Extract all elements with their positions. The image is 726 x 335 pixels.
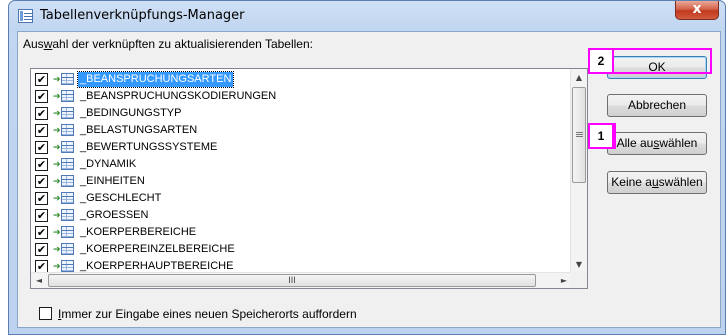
window-title: Tabellenverknüpfungs-Manager bbox=[40, 8, 245, 23]
table-row[interactable]: ✔ ➔ _KOERPERBEREICHE bbox=[31, 224, 572, 241]
table-name: _GESCHLECHT bbox=[80, 192, 162, 204]
table-row[interactable]: ✔ ➔ _DYNAMIK bbox=[31, 156, 572, 173]
scrollbar-corner bbox=[570, 271, 587, 288]
linked-tables-viewport: ✔ ➔ _BEANSPRUCHUNGSARTEN ✔ ➔ _BEANSPRUCHUNGSK… bbox=[31, 69, 572, 273]
step-callout-ok: 2 bbox=[588, 48, 712, 74]
table-checkbox[interactable]: ✔ bbox=[35, 141, 48, 154]
linked-table-icon: ➔ bbox=[53, 192, 74, 205]
step-number-badge: 2 bbox=[590, 50, 614, 72]
table-checkbox[interactable]: ✔ bbox=[35, 158, 48, 171]
table-checkbox[interactable]: ✔ bbox=[35, 73, 48, 86]
always-prompt-new-location-checkbox[interactable] bbox=[39, 307, 52, 320]
horizontal-scrollbar[interactable]: ◄ III ► bbox=[31, 272, 572, 288]
linked-table-icon: ➔ bbox=[53, 141, 74, 154]
select-all-button[interactable]: Alle auswählen bbox=[607, 132, 707, 155]
linked-table-icon: ➔ bbox=[53, 175, 74, 188]
step-callout-select-all: 1 bbox=[588, 123, 616, 149]
horizontal-scroll-thumb[interactable]: III bbox=[48, 274, 536, 287]
linked-table-icon: ➔ bbox=[53, 90, 74, 103]
close-button[interactable]: x bbox=[675, 1, 719, 20]
table-row[interactable]: ✔ ➔ _GESCHLECHT bbox=[31, 190, 572, 207]
vertical-scroll-thumb[interactable] bbox=[572, 87, 586, 183]
linked-table-manager-window: Tabellenverknüpfungs-Manager x Auswahl d… bbox=[8, 0, 726, 335]
table-name: _KOERPERBEREICHE bbox=[80, 226, 197, 238]
list-instruction-label: Auswahl der verknüpften zu aktualisieren… bbox=[23, 37, 313, 51]
linked-table-icon: ➔ bbox=[53, 107, 74, 120]
table-name: _BEANSPRUCHUNGSARTEN bbox=[76, 71, 235, 88]
cancel-button[interactable]: Abbrechen bbox=[607, 94, 707, 117]
scroll-up-arrow-icon[interactable]: ▲ bbox=[571, 69, 587, 86]
linked-table-icon: ➔ bbox=[53, 243, 74, 256]
title-bar[interactable]: Tabellenverknüpfungs-Manager x bbox=[9, 1, 725, 31]
table-checkbox[interactable]: ✔ bbox=[35, 90, 48, 103]
table-checkbox[interactable]: ✔ bbox=[35, 226, 48, 239]
table-row[interactable]: ✔ ➔ _BEDINGUNGSTYP bbox=[31, 105, 572, 122]
table-row[interactable]: ✔ ➔ _BEWERTUNGSSYSTEME bbox=[31, 139, 572, 156]
table-row[interactable]: ✔ ➔ _KOERPEREINZELBEREICHE bbox=[31, 241, 572, 258]
linked-table-icon: ➔ bbox=[53, 209, 74, 222]
dialog-body: Auswahl der verknüpften zu aktualisieren… bbox=[17, 31, 721, 328]
table-row[interactable]: ✔ ➔ _BEANSPRUCHUNGSKODIERUNGEN bbox=[31, 88, 572, 105]
table-name: _DYNAMIK bbox=[80, 158, 137, 170]
linked-table-icon: ➔ bbox=[53, 73, 74, 86]
select-none-button[interactable]: Keine auswählen bbox=[607, 171, 707, 194]
table-row[interactable]: ✔ ➔ _EINHEITEN bbox=[31, 173, 572, 190]
vertical-scrollbar[interactable]: ▲ ▼ bbox=[570, 69, 587, 273]
table-name: _KOERPEREINZELBEREICHE bbox=[80, 243, 235, 255]
table-name: _BEWERTUNGSSYSTEME bbox=[80, 141, 218, 153]
table-manager-icon bbox=[18, 9, 33, 23]
table-name: _BELASTUNGSARTEN bbox=[80, 124, 198, 136]
table-name: _EINHEITEN bbox=[80, 175, 145, 187]
table-checkbox[interactable]: ✔ bbox=[35, 175, 48, 188]
linked-table-icon: ➔ bbox=[53, 158, 74, 171]
linked-tables-list[interactable]: ✔ ➔ _BEANSPRUCHUNGSARTEN ✔ ➔ _BEANSPRUCHUNGSK… bbox=[30, 68, 588, 289]
table-row[interactable]: ✔ ➔ _KOERPERHAUPTBEREICHE bbox=[31, 258, 572, 273]
table-name: _KOERPERHAUPTBEREICHE bbox=[80, 260, 234, 272]
table-row[interactable]: ✔ ➔ _GROESSEN bbox=[31, 207, 572, 224]
linked-table-icon: ➔ bbox=[53, 124, 74, 137]
table-checkbox[interactable]: ✔ bbox=[35, 124, 48, 137]
table-checkbox[interactable]: ✔ bbox=[35, 107, 48, 120]
table-name: _BEANSPRUCHUNGSKODIERUNGEN bbox=[80, 90, 277, 102]
table-name: _GROESSEN bbox=[80, 209, 149, 221]
table-row[interactable]: ✔ ➔ _BELASTUNGSARTEN bbox=[31, 122, 572, 139]
always-prompt-new-location-label[interactable]: Immer zur Eingabe eines neuen Speicheror… bbox=[58, 307, 357, 321]
scroll-left-arrow-icon[interactable]: ◄ bbox=[31, 273, 47, 289]
table-row[interactable]: ✔ ➔ _BEANSPRUCHUNGSARTEN bbox=[31, 71, 572, 88]
linked-table-icon: ➔ bbox=[53, 226, 74, 239]
table-name: _BEDINGUNGSTYP bbox=[80, 107, 182, 119]
table-checkbox[interactable]: ✔ bbox=[35, 209, 48, 222]
step-number-badge: 1 bbox=[590, 125, 614, 147]
table-checkbox[interactable]: ✔ bbox=[35, 192, 48, 205]
table-checkbox[interactable]: ✔ bbox=[35, 243, 48, 256]
